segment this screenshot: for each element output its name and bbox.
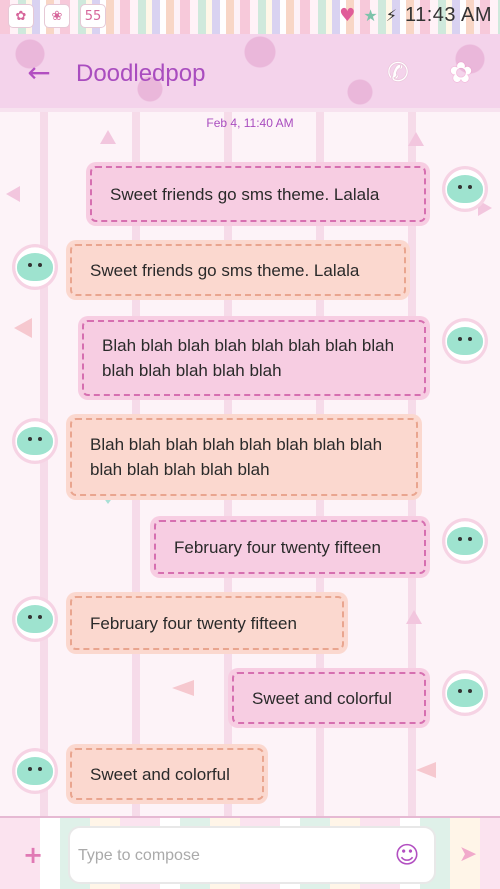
message-text: Sweet and colorful [90,764,230,784]
conversation-title: Doodledpop [76,60,206,87]
notification-icon: 55 [80,4,106,28]
conversation-area[interactable]: Feb 4, 11:40 AM Sweet friends go sms the… [0,112,500,816]
message-bubble-outgoing[interactable]: Sweet friends go sms theme. Lalala [90,166,426,222]
plus-icon: + [22,841,44,869]
battery-charging-icon: ⚡ [385,6,397,25]
message-text: February four twenty fifteen [174,537,381,557]
owl-icon [447,175,483,203]
decor-triangle [14,318,32,338]
avatar[interactable] [442,318,488,364]
phone-icon: ✆ [387,58,409,88]
message-bubble-outgoing[interactable]: February four twenty fifteen [154,520,426,574]
status-right-icons: ♥ ★ ⚡ 11:43 AM [339,4,492,27]
decor-triangle [6,186,20,202]
message-bubble-incoming[interactable]: February four twenty fifteen [70,596,344,650]
message-text: Sweet and colorful [252,688,392,708]
decor-triangle [406,610,422,624]
notification-count: 55 [84,8,102,24]
emoji-button[interactable]: ☺ [392,840,422,870]
send-button[interactable]: ➤ [456,844,480,866]
compose-box: ☺ [68,826,436,884]
message-text: Blah blah blah blah blah blah blah blah … [90,435,383,479]
owl-icon [447,527,483,555]
owl-icon [447,327,483,355]
avatar[interactable] [12,596,58,642]
app-bar: ← Doodledpop ✆ ✿ [0,34,500,112]
smiley-icon: ☺ [394,841,420,869]
owl-icon [17,253,53,281]
composer-bar: + ☺ ➤ [0,816,500,889]
call-button[interactable]: ✆ [382,56,414,90]
avatar[interactable] [442,166,488,212]
status-time: 11:43 AM [404,4,492,26]
avatar[interactable] [12,748,58,794]
decor-triangle [100,130,116,144]
decor-triangle [172,680,194,696]
owl-icon [17,605,53,633]
owl-icon [17,757,53,785]
avatar[interactable] [442,518,488,564]
status-bar: ✿ ❀ 55 ♥ ★ ⚡ 11:43 AM [0,0,500,34]
hello-kitty-icon: ✿ [8,4,34,28]
message-bubble-outgoing[interactable]: Sweet and colorful [232,672,426,724]
message-bubble-incoming[interactable]: Sweet friends go sms theme. Lalala [70,244,406,296]
arrow-left-icon: ← [27,56,51,89]
flower-icon: ✿ [449,56,473,89]
owl-icon [17,427,53,455]
message-bubble-incoming[interactable]: Sweet and colorful [70,748,264,800]
compose-input[interactable] [78,844,378,868]
theme-button[interactable]: ✿ [444,56,478,90]
status-left-icons: ✿ ❀ 55 [8,4,106,28]
send-icon: ➤ [458,842,478,867]
message-text: Blah blah blah blah blah blah blah blah … [102,336,395,380]
signal-icon: ★ [363,6,378,25]
message-bubble-incoming[interactable]: Blah blah blah blah blah blah blah blah … [70,418,418,496]
owl-icon [447,679,483,707]
message-text: Sweet friends go sms theme. Lalala [110,184,380,204]
message-text: February four twenty fifteen [90,613,297,633]
decor-triangle [416,762,436,778]
message-timestamp: Feb 4, 11:40 AM [206,116,294,130]
back-button[interactable]: ← [22,56,56,90]
heart-icon: ♥ [339,5,356,26]
hello-kitty-icon: ❀ [44,4,70,28]
message-bubble-outgoing[interactable]: Blah blah blah blah blah blah blah blah … [82,320,426,396]
avatar[interactable] [12,418,58,464]
message-text: Sweet friends go sms theme. Lalala [90,260,360,280]
decor-triangle [408,132,424,146]
avatar[interactable] [442,670,488,716]
avatar[interactable] [12,244,58,290]
attach-button[interactable]: + [22,841,44,869]
